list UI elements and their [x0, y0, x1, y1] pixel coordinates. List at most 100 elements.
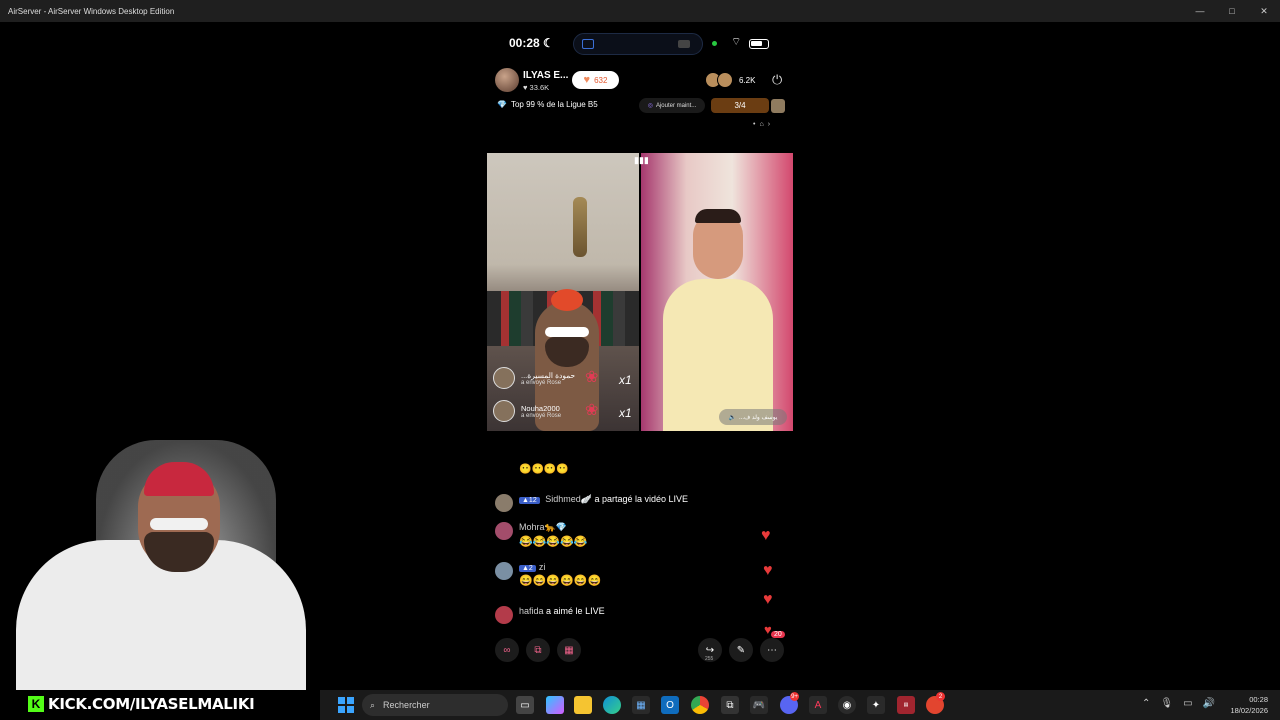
host-video-pane: ...حمودة المسيرة a envoyé Rose ❀ x1 Nouh… — [487, 153, 639, 431]
chrome-icon[interactable] — [691, 696, 709, 714]
dot-icon: • — [753, 121, 756, 128]
windows-start-icon[interactable] — [338, 697, 354, 713]
mirrored-phone-screen: 00:28 ☾ ⌔ ILYAS E... ♥ 33.6K ♥ 632 6.2K … — [487, 22, 793, 690]
obs-icon[interactable]: ◉ — [838, 696, 856, 714]
system-tray: ⌃ 🎙 ▭ 🔊 — [1142, 698, 1215, 709]
file-explorer-icon[interactable] — [574, 696, 592, 714]
live-indicators: • ⌂ › — [753, 121, 770, 128]
kick-watermark: K KICK.COM/ILYASELMALIKI — [28, 694, 256, 714]
chat-text: a aimé le LIVE — [546, 606, 605, 616]
search-placeholder: Rechercher — [383, 700, 430, 710]
battery-icon — [749, 39, 769, 49]
gift-sender-name: Nouha2000 — [521, 403, 560, 413]
chat-message[interactable]: ▲12 Sidhmed🪽 a partagé la vidéo LIVE — [495, 494, 688, 512]
guest-video-pane: 🔈 ...يوسف ولد ف — [641, 153, 793, 431]
taskbar-clock[interactable]: 00:28 18/02/2026 — [1230, 694, 1268, 716]
guest-person — [663, 205, 773, 431]
edge-icon[interactable] — [603, 696, 621, 714]
rose-gift-icon: ❀ — [585, 402, 599, 419]
minimize-button[interactable]: — — [1184, 0, 1216, 22]
viewer-list[interactable]: 6.2K — [705, 72, 755, 88]
discord-badge: 9+ — [790, 692, 799, 701]
chat-avatar — [495, 522, 513, 540]
audio-bars-icon: ▮▮▮ — [634, 155, 649, 165]
window-title: AirServer - AirServer Windows Desktop Ed… — [8, 6, 175, 16]
capture-icon[interactable]: ⧉ — [721, 696, 739, 714]
match-progress[interactable]: 3/4 — [711, 98, 769, 113]
sunglasses — [150, 518, 208, 530]
viewer-count: 6.2K — [739, 75, 756, 85]
match-avatar — [771, 99, 785, 113]
status-time: 00:28 ☾ — [509, 36, 554, 50]
gift-sender-avatar — [493, 367, 515, 389]
kick-logo-icon: K — [28, 696, 44, 712]
close-button[interactable]: ✕ — [1248, 0, 1280, 22]
floating-heart-icon: ♥ — [763, 591, 773, 608]
streaming-app-icon[interactable]: ▤ — [897, 696, 915, 714]
wifi-icon: ⌔ — [731, 36, 742, 48]
chat-avatar — [495, 606, 513, 624]
chat-message[interactable]: Mohra🐆💎 😂😂😂😂😂 — [495, 522, 587, 548]
cohost-icon[interactable]: ⧉ — [526, 638, 550, 662]
kick-url: KICK.COM/ILYASELMALIKI — [47, 694, 256, 714]
spiral-icon: ◎ — [647, 103, 653, 109]
rose-gift-icon: ❀ — [585, 369, 599, 386]
floating-heart-icon: ♥ — [763, 562, 773, 579]
game-controller-icon[interactable]: 🎮 — [750, 696, 768, 714]
host-name: ILYAS E... — [523, 70, 569, 81]
speaker-icon: 🔈 — [728, 414, 737, 421]
window-titlebar: AirServer - AirServer Windows Desktop Ed… — [0, 0, 1280, 22]
webcam-overlay — [16, 440, 306, 690]
volume-icon[interactable]: 🔊 — [1203, 698, 1215, 709]
gift-notification: Nouha2000 a envoyé Rose ❀ x1 — [493, 396, 633, 426]
store-icon[interactable]: ▦ — [632, 696, 650, 714]
gift-notification: ...حمودة المسيرة a envoyé Rose ❀ x1 — [493, 363, 633, 393]
level-badge: ▲2 — [519, 565, 536, 572]
screen-mirror-icon — [582, 39, 594, 49]
add-now-pill[interactable]: ◎ Ajouter maint... — [639, 98, 705, 113]
chat-text: 😄😄😄😄😄😄 — [519, 575, 602, 587]
outlook-icon[interactable]: O — [661, 696, 679, 714]
gift-text: a envoyé Rose — [521, 412, 562, 419]
power-icon[interactable]: ⏻ — [772, 72, 782, 88]
follow-button[interactable]: ♥ 632 — [572, 71, 619, 89]
clock-date: 18/02/2026 — [1230, 706, 1268, 715]
app-icon[interactable]: ✦ — [867, 696, 885, 714]
status-chip-icon — [678, 40, 690, 48]
chevron-right-icon: › — [767, 121, 771, 128]
app-a-icon[interactable]: A — [809, 696, 827, 714]
chat-username: hafida — [519, 606, 544, 616]
taskbar-search[interactable]: ⌕ Rechercher — [362, 694, 508, 716]
network-icon[interactable]: ▭ — [1183, 698, 1192, 709]
live-video-split: ...حمودة المسيرة a envoyé Rose ❀ x1 Nouh… — [487, 153, 793, 431]
league-rank[interactable]: 💎 Top 99 % de la Ligue B5 — [497, 100, 598, 109]
live-bottom-bar: ∞ ⧉ ▦ ↪ 255 ✎ ⋯ — [487, 638, 793, 664]
host-avatar[interactable] — [495, 68, 519, 92]
chat-message[interactable]: ▲2 zi 😄😄😄😄😄😄 — [495, 562, 601, 587]
task-view-icon[interactable]: ▭ — [516, 696, 534, 714]
diamond-icon: 💎 — [497, 100, 507, 109]
chat-avatar — [495, 494, 513, 512]
gift-sender-avatar — [493, 400, 515, 422]
chevron-up-icon[interactable]: ⌃ — [1142, 698, 1150, 709]
wall-lamp — [573, 197, 587, 257]
chat-username: Sidhmed🪽 — [545, 494, 592, 504]
microphone-icon[interactable]: 🎙 — [1160, 698, 1173, 709]
chat-username: Mohra🐆💎 — [519, 522, 567, 532]
gift-multiplier: x1 — [619, 406, 632, 420]
more-features-icon[interactable]: ▦ — [557, 638, 581, 662]
host-likes: ♥ 33.6K — [523, 83, 550, 92]
maximize-button[interactable]: □ — [1216, 0, 1248, 22]
camera-indicator-dot — [712, 41, 717, 46]
link-icon[interactable]: ∞ — [495, 638, 519, 662]
more-options-icon[interactable]: ⋯ — [760, 638, 784, 662]
gift-multiplier: x1 — [619, 373, 632, 387]
edit-wand-icon[interactable]: ✎ — [729, 638, 753, 662]
chat-text: a partagé la vidéo LIVE — [594, 494, 689, 504]
chat-avatar — [495, 562, 513, 580]
level-badge: ▲12 — [519, 497, 540, 504]
guest-name-tag[interactable]: 🔈 ...يوسف ولد ف — [719, 409, 787, 425]
gift-sender-name: ...حمودة المسيرة — [521, 370, 576, 380]
chat-message[interactable]: hafida a aimé le LIVE — [495, 606, 605, 624]
copilot-icon[interactable] — [546, 696, 564, 714]
